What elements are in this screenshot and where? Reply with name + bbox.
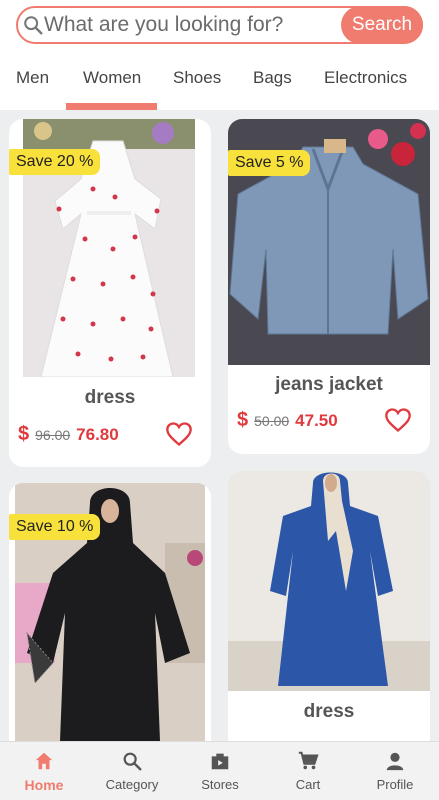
product-title: dress — [84, 387, 136, 408]
product-title: jeans jacket — [275, 374, 383, 395]
store-icon — [211, 753, 229, 770]
top-bar: Search Men Women Shoes Bags Electronics — [0, 0, 439, 110]
currency-symbol: $ — [18, 423, 30, 445]
product-card[interactable]: Save 10 % — [9, 483, 211, 783]
tab-shoes[interactable]: Shoes — [173, 68, 221, 88]
nav-label: Profile — [376, 777, 414, 792]
product-image[interactable] — [228, 471, 430, 691]
active-tab-indicator — [66, 103, 157, 110]
profile-icon — [386, 752, 404, 771]
nav-cart[interactable]: Cart — [264, 742, 352, 800]
category-tabs: Men Women Shoes Bags Electronics — [0, 56, 439, 110]
nav-label: Cart — [295, 777, 321, 792]
nav-category[interactable]: Category — [88, 742, 176, 800]
nav-home[interactable]: Home — [0, 742, 88, 800]
current-price: 76.80 — [76, 425, 119, 444]
cart-icon — [298, 751, 319, 770]
search-button[interactable]: Search — [341, 6, 423, 44]
nav-profile[interactable]: Profile — [351, 742, 439, 800]
product-card[interactable]: Save 5 % jeans jacket $50.00 47.50 — [228, 119, 430, 454]
search-bar: Search — [16, 6, 423, 44]
price-row: $96.00 76.80 — [18, 423, 119, 446]
tab-women[interactable]: Women — [83, 68, 141, 88]
discount-badge: Save 10 % — [9, 514, 101, 540]
product-card[interactable]: Save 20 % dress $96.00 76.80 — [9, 119, 211, 467]
heart-icon[interactable] — [384, 407, 412, 433]
current-price: 47.50 — [295, 411, 338, 430]
nav-label: Stores — [201, 777, 239, 792]
bottom-navigation: Home Category Stores Cart Profile — [0, 741, 439, 800]
search-input[interactable] — [44, 11, 334, 39]
search-icon — [123, 752, 142, 771]
tab-men[interactable]: Men — [16, 68, 49, 88]
discount-badge: Save 20 % — [9, 149, 101, 175]
currency-symbol: $ — [237, 409, 249, 431]
tab-bags[interactable]: Bags — [253, 68, 292, 88]
nav-label: Home — [24, 777, 64, 793]
nav-label: Category — [105, 777, 159, 792]
product-title: dress — [303, 701, 355, 722]
tab-electronics[interactable]: Electronics — [324, 68, 407, 88]
old-price: 50.00 — [254, 413, 290, 429]
price-row: $50.00 47.50 — [237, 409, 338, 432]
home-icon — [35, 752, 53, 770]
nav-stores[interactable]: Stores — [176, 742, 264, 800]
discount-badge: Save 5 % — [228, 150, 311, 176]
product-card[interactable]: dress — [228, 471, 430, 771]
old-price: 96.00 — [35, 427, 71, 443]
search-icon — [24, 16, 43, 35]
heart-icon[interactable] — [165, 421, 193, 447]
